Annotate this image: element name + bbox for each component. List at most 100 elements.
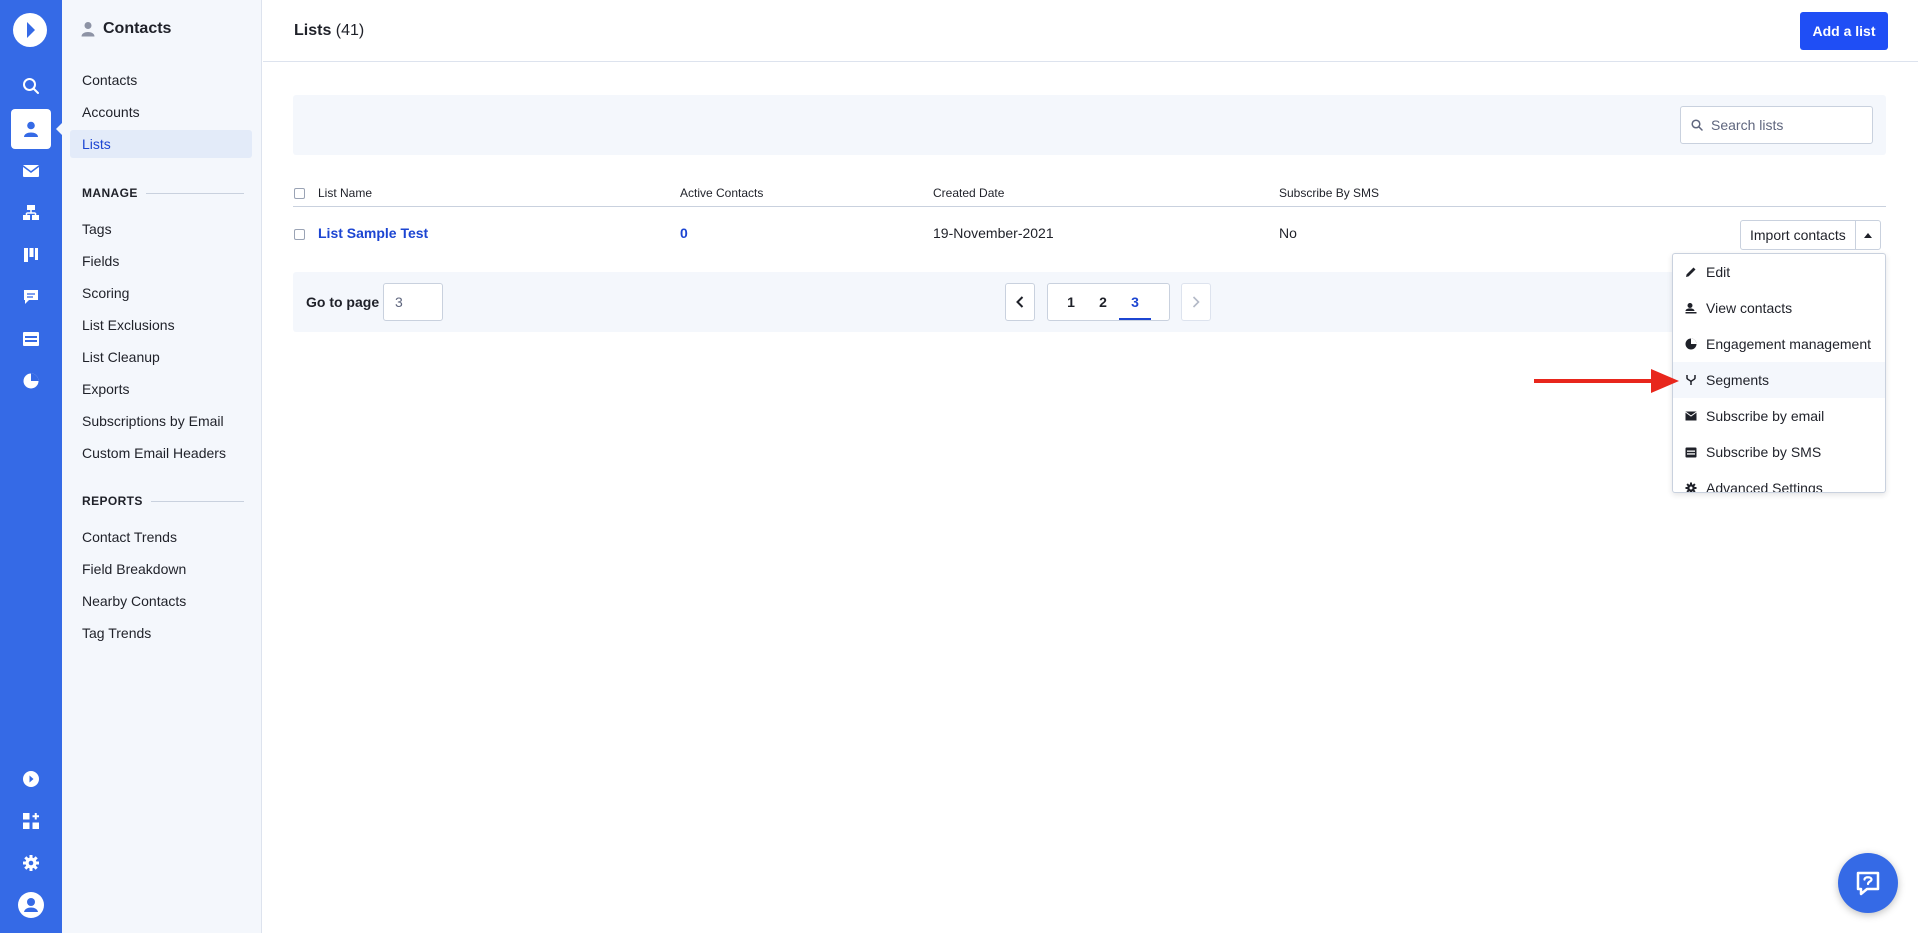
list-name-link[interactable]: List Sample Test <box>318 225 428 241</box>
help-chat-button[interactable] <box>1838 853 1898 913</box>
row-checkbox[interactable] <box>294 229 305 240</box>
rail-add-apps[interactable] <box>11 801 51 841</box>
manage-heading: MANAGE <box>82 186 244 200</box>
apps-play-icon <box>23 771 39 787</box>
contacts-icon <box>24 121 38 137</box>
envelope-icon <box>22 165 40 177</box>
import-contacts-button[interactable]: Import contacts <box>1741 221 1856 249</box>
add-list-button[interactable]: Add a list <box>1800 12 1888 50</box>
column-header-subscribe-sms[interactable]: Subscribe By SMS <box>1279 186 1379 200</box>
page-title-text: Lists <box>294 22 332 39</box>
actions-dropdown-toggle[interactable] <box>1856 221 1880 249</box>
rail-website[interactable] <box>11 319 51 359</box>
rail-settings[interactable] <box>11 843 51 883</box>
page-2-button[interactable]: 2 <box>1087 284 1119 320</box>
manage-heading-text: MANAGE <box>82 186 138 200</box>
nav-lists[interactable]: Lists <box>70 130 252 158</box>
menu-item-label: Edit <box>1706 264 1731 280</box>
logo-chevron-icon <box>27 22 35 38</box>
menu-item-subscribe-by-sms[interactable]: Subscribe by SMS <box>1673 434 1885 470</box>
column-header-created-date[interactable]: Created Date <box>933 186 1004 200</box>
pagination-bar: Go to page 1 2 3 <box>293 272 1886 332</box>
chevron-left-icon <box>1016 296 1024 308</box>
menu-item-view-contacts[interactable]: View contacts <box>1673 290 1885 326</box>
annotation-arrow <box>1534 369 1679 393</box>
menu-item-engagement-management[interactable]: Engagement management <box>1673 326 1885 362</box>
list-count: (41) <box>335 22 365 39</box>
reports-pie-icon <box>23 373 39 389</box>
goto-page-input[interactable] <box>383 283 443 321</box>
nav-custom-email-headers[interactable]: Custom Email Headers <box>70 439 252 467</box>
created-date: 19-November-2021 <box>933 225 1054 241</box>
chevron-right-icon <box>1192 296 1200 308</box>
column-header-list-name[interactable]: List Name <box>318 186 372 200</box>
contacts-list-icon <box>1685 303 1697 314</box>
nav-list-exclusions[interactable]: List Exclusions <box>70 311 252 339</box>
page-3-button[interactable]: 3 <box>1119 284 1151 320</box>
envelope-icon <box>1685 411 1697 421</box>
section-title-text: Contacts <box>103 20 172 37</box>
menu-item-label: Advanced Settings <box>1706 480 1823 493</box>
sms-icon <box>1685 447 1697 457</box>
row-actions-menu: Edit View contacts Engagement management… <box>1672 253 1886 493</box>
nav-tags[interactable]: Tags <box>70 215 252 243</box>
nav-field-breakdown[interactable]: Field Breakdown <box>70 555 252 583</box>
menu-item-label: View contacts <box>1706 300 1793 316</box>
search-icon <box>1691 119 1703 131</box>
rail-apps[interactable] <box>11 759 51 799</box>
menu-item-label: Engagement management <box>1706 336 1871 352</box>
rail-deals[interactable] <box>11 235 51 275</box>
table-header: List Name Active Contacts Created Date S… <box>293 180 1886 207</box>
user-avatar-icon <box>18 892 44 918</box>
pie-chart-icon <box>1685 338 1697 350</box>
rail-campaigns[interactable] <box>11 151 51 191</box>
nav-nearby-contacts[interactable]: Nearby Contacts <box>70 587 252 615</box>
nav-accounts[interactable]: Accounts <box>70 98 252 126</box>
menu-item-label: Subscribe by SMS <box>1706 444 1822 460</box>
automations-icon <box>23 205 39 220</box>
menu-item-edit[interactable]: Edit <box>1673 254 1885 290</box>
table-row: List Sample Test 0 19-November-2021 No <box>293 208 1886 260</box>
nav-scoring[interactable]: Scoring <box>70 279 252 307</box>
rail-reports[interactable] <box>11 361 51 401</box>
secondary-nav: Contacts Contacts Accounts Lists MANAGE … <box>62 0 262 933</box>
deals-board-icon <box>24 248 38 262</box>
gear-icon <box>1685 482 1697 492</box>
icon-rail <box>0 0 63 933</box>
select-all-checkbox[interactable] <box>294 188 305 199</box>
menu-item-advanced-settings[interactable]: Advanced Settings <box>1673 470 1885 493</box>
menu-item-segments[interactable]: Segments <box>1673 362 1885 398</box>
nav-subscriptions-by-email[interactable]: Subscriptions by Email <box>70 407 252 435</box>
next-page-button[interactable] <box>1181 283 1211 321</box>
reports-heading: REPORTS <box>82 494 244 508</box>
search-box[interactable] <box>1680 106 1873 144</box>
search-input[interactable] <box>1711 117 1861 133</box>
nav-tag-trends[interactable]: Tag Trends <box>70 619 252 647</box>
menu-item-label: Subscribe by email <box>1706 408 1825 424</box>
subscribe-sms-value: No <box>1279 225 1297 241</box>
nav-contact-trends[interactable]: Contact Trends <box>70 523 252 551</box>
rail-search[interactable] <box>11 66 51 106</box>
nav-contacts[interactable]: Contacts <box>70 66 252 94</box>
rail-automations[interactable] <box>11 193 51 233</box>
person-icon <box>81 22 95 37</box>
nav-list-cleanup[interactable]: List Cleanup <box>70 343 252 371</box>
rail-conversations[interactable] <box>11 277 51 317</box>
menu-item-subscribe-by-email[interactable]: Subscribe by email <box>1673 398 1885 434</box>
rail-profile[interactable] <box>11 885 51 925</box>
rail-contacts[interactable] <box>11 109 51 149</box>
logo[interactable] <box>13 13 47 47</box>
page-1-button[interactable]: 1 <box>1055 284 1087 320</box>
help-chat-icon <box>1856 871 1880 896</box>
active-contacts-link[interactable]: 0 <box>680 225 688 241</box>
filter-toolbar <box>293 95 1886 155</box>
page-header: Lists (41) Add a list <box>263 0 1918 62</box>
nav-fields[interactable]: Fields <box>70 247 252 275</box>
column-header-active-contacts[interactable]: Active Contacts <box>680 186 763 200</box>
add-apps-icon <box>23 813 39 829</box>
gear-icon <box>23 855 39 871</box>
previous-page-button[interactable] <box>1005 283 1035 321</box>
conversations-icon <box>24 290 38 304</box>
caret-up-icon <box>1863 232 1872 238</box>
nav-exports[interactable]: Exports <box>70 375 252 403</box>
